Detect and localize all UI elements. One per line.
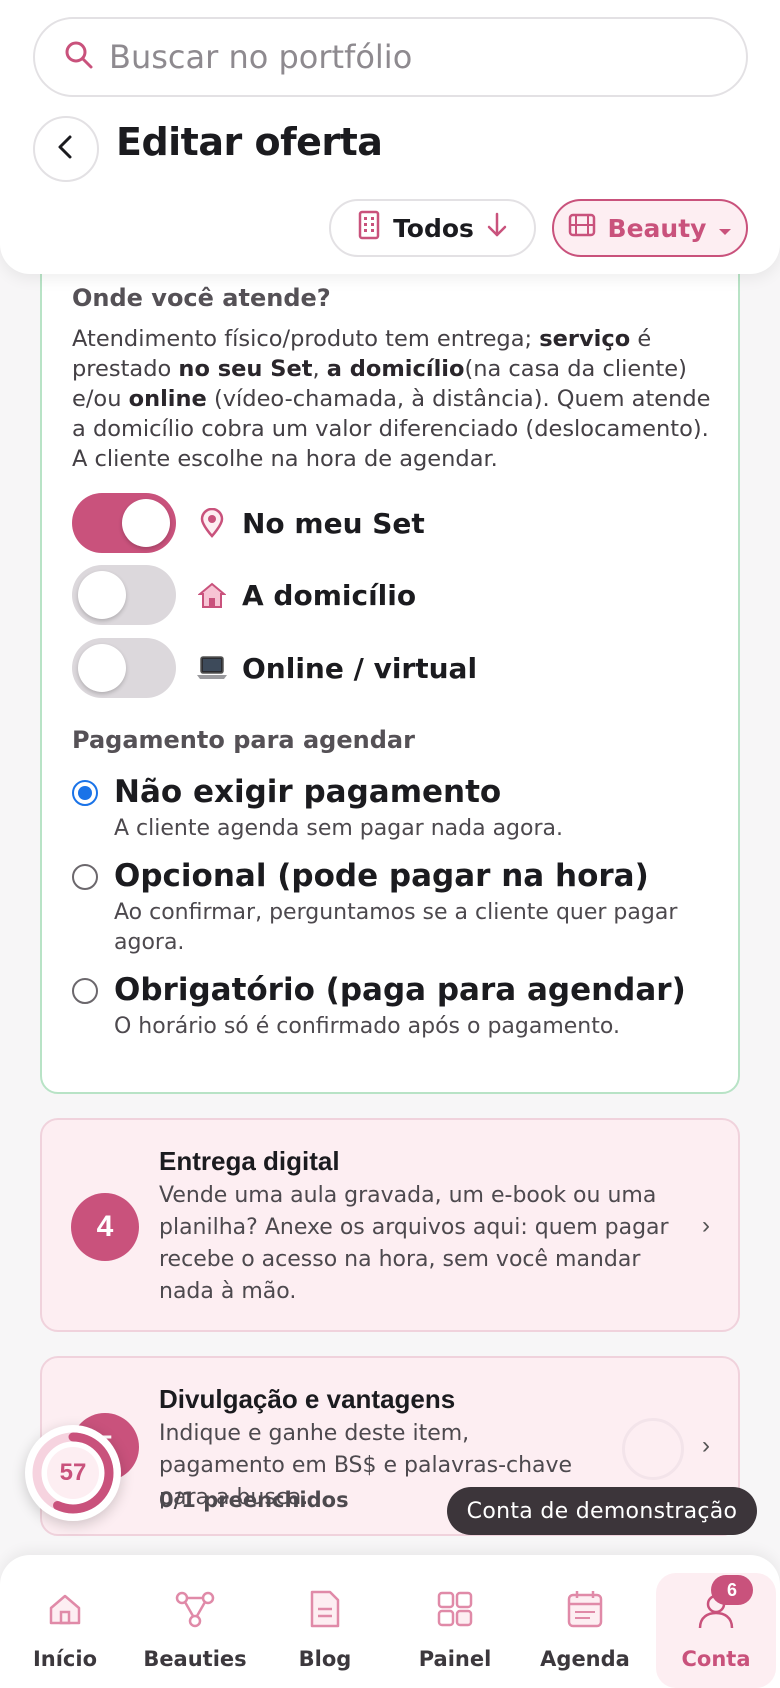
- back-button[interactable]: [33, 116, 99, 182]
- nav-item-blog[interactable]: Blog: [260, 1555, 390, 1688]
- caret-down-icon: [718, 214, 732, 243]
- step-card-entrega-digital[interactable]: 4 Entrega digital Vende uma aula gravada…: [40, 1118, 740, 1332]
- where-description: Atendimento físico/produto tem entrega; …: [72, 324, 722, 474]
- where-card: Onde você atende? Atendimento físico/pro…: [40, 240, 740, 1094]
- toggle-knob: [122, 499, 170, 547]
- payment-option-description: O horário só é confirmado após o pagamen…: [114, 1014, 620, 1039]
- payment-option[interactable]: Obrigatório (paga para agendar) O horári…: [72, 970, 722, 1042]
- desc-bold: serviço: [539, 326, 631, 352]
- notification-badge: 6: [711, 1575, 753, 1605]
- filter-beauty-label: Beauty: [607, 213, 707, 243]
- top-header: Buscar no portfólio Editar oferta Todos …: [0, 0, 780, 274]
- toggle-row-a-domicilio: A domicílio: [72, 565, 416, 625]
- location-pin-icon: [196, 507, 228, 539]
- step-description: Vende uma aula gravada, um e-book ou uma…: [159, 1183, 669, 1304]
- page-title: Editar oferta: [116, 120, 383, 164]
- nav-item-beauties[interactable]: Beauties: [130, 1555, 260, 1688]
- payment-option-title: Opcional (pode pagar na hora): [114, 858, 649, 894]
- film-icon: [568, 212, 596, 244]
- desc-text: ,: [312, 356, 327, 382]
- search-icon: [63, 39, 95, 76]
- demo-account-toast: Conta de demonstração: [447, 1487, 757, 1535]
- filter-todos-button[interactable]: Todos: [329, 199, 536, 257]
- filter-todos-label: Todos: [393, 213, 474, 243]
- chevron-right-icon: ›: [702, 1212, 710, 1239]
- toggle-no-meu-set[interactable]: [72, 493, 176, 553]
- nav-item-painel[interactable]: Painel: [390, 1555, 520, 1688]
- arrow-down-icon: [486, 211, 508, 245]
- filter-beauty-dropdown[interactable]: Beauty: [552, 199, 748, 257]
- step-progress-text: 0/1 preenchidos: [159, 1488, 349, 1512]
- radio-button[interactable]: [72, 864, 98, 890]
- step-title: Divulgação e vantagens: [159, 1384, 456, 1414]
- radio-button-selected[interactable]: [72, 780, 98, 806]
- desc-text: Atendimento físico/produto tem entrega;: [72, 326, 540, 352]
- house-icon: [196, 579, 228, 611]
- desc-bold: online: [128, 386, 207, 412]
- payment-option[interactable]: Opcional (pode pagar na hora) Ao confirm…: [72, 856, 722, 958]
- loading-spinner: [622, 1418, 684, 1480]
- chevron-left-icon: [55, 134, 77, 165]
- home-icon: [43, 1587, 87, 1631]
- toggle-label: Online / virtual: [242, 651, 478, 685]
- dashboard-icon: [433, 1587, 477, 1631]
- nav-label: Blog: [298, 1647, 352, 1671]
- network-icon: [173, 1587, 217, 1631]
- calendar-icon: [563, 1587, 607, 1631]
- payment-option-title: Não exigir pagamento: [114, 774, 502, 810]
- nav-label: Agenda: [540, 1647, 630, 1671]
- nav-label: Início: [32, 1647, 98, 1671]
- payment-option-description: A cliente agenda sem pagar nada agora.: [114, 816, 564, 841]
- search-input[interactable]: Buscar no portfólio: [109, 38, 412, 76]
- nav-item-inicio[interactable]: Início: [0, 1555, 130, 1688]
- nav-label: Beauties: [143, 1647, 247, 1671]
- desc-bold: no seu Set: [178, 356, 313, 382]
- payment-option-description: Ao confirmar, perguntamos se a cliente q…: [114, 900, 678, 955]
- building-icon: [357, 210, 381, 246]
- chevron-right-icon: ›: [702, 1432, 710, 1459]
- toggle-label: No meu Set: [242, 506, 425, 540]
- step-title: Entrega digital: [159, 1146, 340, 1176]
- radio-button[interactable]: [72, 978, 98, 1004]
- nav-label: Conta: [681, 1647, 751, 1671]
- toggle-row-online: Online / virtual: [72, 638, 477, 698]
- toggle-label: A domicílio: [242, 578, 417, 612]
- score-value: 57: [59, 1459, 87, 1486]
- toggle-knob: [78, 571, 126, 619]
- toggle-knob: [78, 644, 126, 692]
- bottom-nav: Início Beauties Blog Painel Agenda Conta: [0, 1555, 780, 1688]
- toggle-a-domicilio[interactable]: [72, 565, 176, 625]
- desc-bold: a domicílio: [326, 356, 465, 382]
- toggle-row-no-meu-set: No meu Set: [72, 493, 425, 553]
- where-title: Onde você atende?: [72, 284, 331, 312]
- payment-option[interactable]: Não exigir pagamento A cliente agenda se…: [72, 772, 722, 844]
- search-bar[interactable]: Buscar no portfólio: [33, 17, 748, 97]
- step-number-badge: 4: [71, 1193, 139, 1261]
- payment-title: Pagamento para agendar: [72, 726, 415, 754]
- nav-label: Painel: [418, 1647, 492, 1671]
- payment-option-title: Obrigatório (paga para agendar): [114, 972, 686, 1008]
- toggle-online[interactable]: [72, 638, 176, 698]
- laptop-icon: [196, 652, 228, 684]
- nav-item-agenda[interactable]: Agenda: [520, 1555, 650, 1688]
- completion-score-ring[interactable]: 57: [25, 1425, 121, 1521]
- document-icon: [303, 1587, 347, 1631]
